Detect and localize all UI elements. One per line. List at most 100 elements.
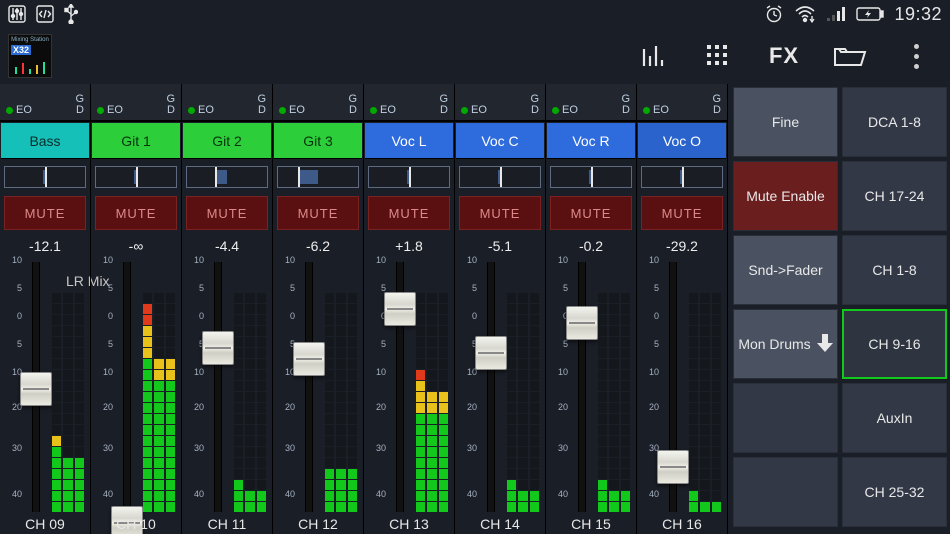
fader-db-readout: -5.1 <box>455 236 545 256</box>
channel-number-label: CH 11 <box>186 514 268 534</box>
fader-db-readout: -29.2 <box>637 236 727 256</box>
app-toolbar: Mixing Station X32 Main View LR Mix FX <box>0 28 950 84</box>
fader-track[interactable] <box>578 262 586 512</box>
fader-knob[interactable] <box>384 292 416 326</box>
eq-gate-indicator[interactable]: EO GD <box>637 84 727 122</box>
pan-indicator[interactable] <box>277 166 359 188</box>
app-icon[interactable]: Mixing Station X32 <box>8 34 52 78</box>
channel-strip-14: EO GDVoc C MUTE -5.11050510203040CH 14 <box>455 84 546 534</box>
mute-button[interactable]: MUTE <box>277 196 359 230</box>
channel-name-plate[interactable]: Voc C <box>456 123 544 159</box>
level-meters <box>143 262 175 512</box>
eq-gate-indicator[interactable]: EO GD <box>182 84 272 122</box>
side-ch-9-16[interactable]: CH 9-16 <box>842 309 947 379</box>
level-meters <box>52 262 84 512</box>
channel-number-label: CH 15 <box>550 514 632 534</box>
fader-track[interactable] <box>123 262 131 512</box>
side-empty-1[interactable] <box>733 383 838 453</box>
side-empty-2[interactable] <box>733 457 838 527</box>
fx-button[interactable]: FX <box>758 34 810 78</box>
fader-db-readout: -∞ <box>91 236 181 256</box>
side-snd-fader[interactable]: Snd->Fader <box>733 235 838 305</box>
eq-gate-indicator[interactable]: EO GD <box>91 84 181 122</box>
side-mon-drums[interactable]: Mon Drums <box>733 309 838 379</box>
channel-strip-10: EO GDGit 1 MUTE -∞1050510203040CH 10 <box>91 84 182 534</box>
fader-track[interactable] <box>305 262 313 512</box>
channel-name-plate[interactable]: Voc L <box>365 123 453 159</box>
channel-strip-13: EO GDVoc LMUTE+1.81050510203040CH 13 <box>364 84 455 534</box>
channel-strip-12: EO GDGit 3MUTE-6.21050510203040CH 12 <box>273 84 364 534</box>
mute-button[interactable]: MUTE <box>641 196 723 230</box>
eq-led-icon <box>97 107 104 114</box>
fader-knob[interactable] <box>20 372 52 406</box>
side-fine[interactable]: Fine <box>733 87 838 157</box>
overflow-menu-icon[interactable] <box>890 34 942 78</box>
eq-led-icon <box>552 107 559 114</box>
side-panel: Fine DCA 1-8 Mute Enable CH 17-24 Snd->F… <box>730 84 950 534</box>
side-ch-1-8[interactable]: CH 1-8 <box>842 235 947 305</box>
pan-indicator[interactable] <box>4 166 86 188</box>
fader-knob[interactable] <box>293 342 325 376</box>
fader-area: 1050510203040CH 13 <box>368 256 450 534</box>
mute-button[interactable]: MUTE <box>459 196 541 230</box>
mute-button[interactable]: MUTE <box>368 196 450 230</box>
main-area: EO GDBassMUTE-12.11050510203040CH 09EO G… <box>0 84 950 534</box>
fader-area: 1050510203040CH 11 <box>186 256 268 534</box>
side-mute-enable[interactable]: Mute Enable <box>733 161 838 231</box>
channel-strip-15: EO GDVoc RMUTE-0.21050510203040CH 15 <box>546 84 637 534</box>
channel-strip-16: EO GDVoc OMUTE-29.21050510203040CH 16 <box>637 84 728 534</box>
channel-strip-11: EO GDGit 2MUTE-4.41050510203040CH 11 <box>182 84 273 534</box>
mute-button[interactable]: MUTE <box>4 196 86 230</box>
arrow-down-icon <box>817 334 833 355</box>
eq-gate-indicator[interactable]: EO GD <box>273 84 363 122</box>
level-meters <box>598 262 630 512</box>
eq-led-icon <box>461 107 468 114</box>
channel-name-plate[interactable]: Git 1 <box>92 123 180 159</box>
code-icon <box>36 4 54 24</box>
eq-gate-indicator[interactable]: EO GD <box>546 84 636 122</box>
channel-name-plate[interactable]: Git 2 <box>183 123 271 159</box>
folder-icon[interactable] <box>824 34 876 78</box>
channel-strip-9: EO GDBassMUTE-12.11050510203040CH 09 <box>0 84 91 534</box>
wifi-icon <box>794 5 816 23</box>
eq-led-icon <box>188 107 195 114</box>
keypad-icon[interactable] <box>692 34 744 78</box>
fader-knob[interactable] <box>475 336 507 370</box>
fader-track[interactable] <box>487 262 495 512</box>
side-ch-25-32[interactable]: CH 25-32 <box>842 457 947 527</box>
channel-name-plate[interactable]: Voc O <box>638 123 726 159</box>
mute-button[interactable]: MUTE <box>550 196 632 230</box>
channel-number-label: CH 12 <box>277 514 359 534</box>
pan-indicator[interactable] <box>95 166 177 188</box>
fader-area: 1050510203040CH 14 <box>459 256 541 534</box>
pan-indicator[interactable] <box>368 166 450 188</box>
side-auxin[interactable]: AuxIn <box>842 383 947 453</box>
pan-indicator[interactable] <box>459 166 541 188</box>
fader-db-readout: -6.2 <box>273 236 363 256</box>
fader-knob[interactable] <box>566 306 598 340</box>
fader-area: 1050510203040CH 10 <box>95 256 177 534</box>
channel-name-plate[interactable]: Voc R <box>547 123 635 159</box>
channel-number-label: CH 13 <box>368 514 450 534</box>
fader-knob[interactable] <box>202 331 234 365</box>
channel-number-label: CH 14 <box>459 514 541 534</box>
clock: 19:32 <box>894 4 942 25</box>
channel-name-plate[interactable]: Git 3 <box>274 123 362 159</box>
alarm-icon <box>764 4 784 24</box>
channel-name-plate[interactable]: Bass <box>1 123 89 159</box>
channel-number-label: CH 09 <box>4 514 86 534</box>
fader-knob[interactable] <box>657 450 689 484</box>
pan-indicator[interactable] <box>550 166 632 188</box>
pan-indicator[interactable] <box>186 166 268 188</box>
eq-gate-indicator[interactable]: EO GD <box>0 84 90 122</box>
levels-icon[interactable] <box>626 34 678 78</box>
mute-button[interactable]: MUTE <box>95 196 177 230</box>
level-meters <box>507 262 539 512</box>
mute-button[interactable]: MUTE <box>186 196 268 230</box>
pan-indicator[interactable] <box>641 166 723 188</box>
side-dca-1-8[interactable]: DCA 1-8 <box>842 87 947 157</box>
side-ch-17-24[interactable]: CH 17-24 <box>842 161 947 231</box>
eq-gate-indicator[interactable]: EO GD <box>455 84 545 122</box>
eq-gate-indicator[interactable]: EO GD <box>364 84 454 122</box>
fader-track[interactable] <box>214 262 222 512</box>
